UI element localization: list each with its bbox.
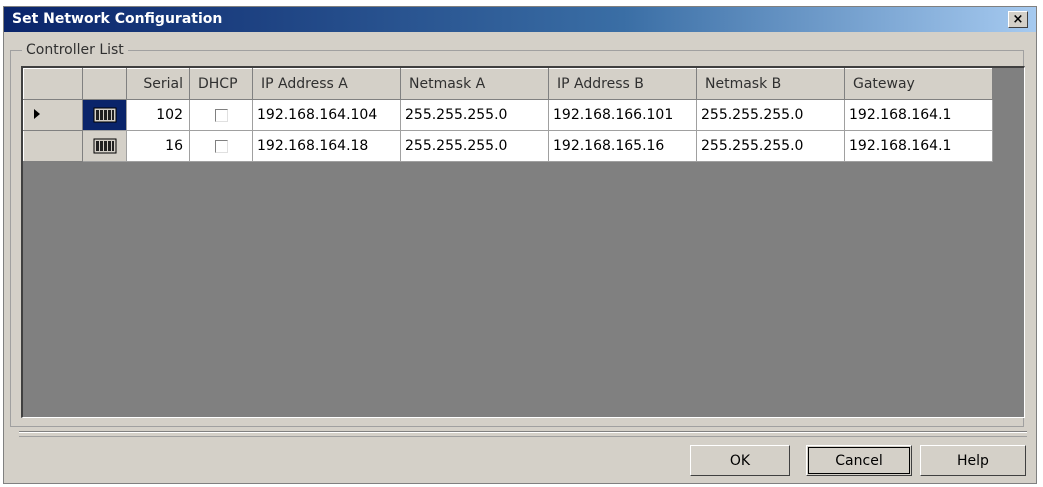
divider — [19, 431, 1027, 433]
ip-address-a-cell[interactable]: 192.168.164.18 — [252, 130, 401, 162]
divider — [19, 436, 1027, 437]
netmask-a-cell[interactable]: 255.255.255.0 — [400, 99, 549, 131]
close-button[interactable]: × — [1008, 11, 1028, 28]
cancel-button[interactable]: Cancel — [806, 445, 912, 476]
serial-cell[interactable]: 16 — [126, 130, 190, 162]
dhcp-cell[interactable] — [189, 130, 253, 162]
ip-address-b-cell[interactable]: 192.168.165.16 — [548, 130, 697, 162]
row-header[interactable] — [23, 99, 83, 131]
col-header-dhcp[interactable]: DHCP — [189, 68, 253, 100]
netmask-a-cell[interactable]: 255.255.255.0 — [400, 130, 549, 162]
dhcp-cell[interactable] — [189, 99, 253, 131]
controller-icon-cell[interactable] — [82, 130, 127, 162]
row-header[interactable] — [23, 130, 83, 162]
col-header-ip-address-a[interactable]: IP Address A — [252, 68, 401, 100]
serial-cell[interactable]: 102 — [126, 99, 190, 131]
gateway-cell[interactable]: 192.168.164.1 — [844, 130, 993, 162]
netmask-b-cell[interactable]: 255.255.255.0 — [696, 130, 845, 162]
window-title: Set Network Configuration — [12, 11, 223, 27]
controller-icon — [93, 107, 116, 123]
close-icon: × — [1012, 12, 1024, 27]
controller-table: Serial DHCP IP Address A Netmask A IP Ad… — [23, 68, 993, 162]
col-header-ip-address-b[interactable]: IP Address B — [548, 68, 697, 100]
row-pointer-icon — [34, 109, 40, 119]
col-header-netmask-a[interactable]: Netmask A — [400, 68, 549, 100]
table-row[interactable]: 16 192.168.164.18 255.255.255.0 192.168.… — [23, 130, 993, 162]
help-button[interactable]: Help — [920, 445, 1026, 476]
title-bar[interactable]: Set Network Configuration × — [4, 7, 1036, 32]
col-header-icon — [82, 68, 127, 100]
controller-icon — [93, 138, 116, 154]
ip-address-a-cell[interactable]: 192.168.164.104 — [252, 99, 401, 131]
controller-icon-cell[interactable] — [82, 99, 127, 131]
table-row[interactable]: 102 192.168.164.104 255.255.255.0 192.16… — [23, 99, 993, 131]
dhcp-checkbox[interactable] — [214, 139, 228, 153]
ok-button[interactable]: OK — [690, 445, 790, 476]
col-header-row-indicator — [23, 68, 83, 100]
ip-address-b-cell[interactable]: 192.168.166.101 — [548, 99, 697, 131]
col-header-gateway[interactable]: Gateway — [844, 68, 993, 100]
dhcp-checkbox[interactable] — [214, 108, 228, 122]
controller-grid[interactable]: Serial DHCP IP Address A Netmask A IP Ad… — [21, 66, 1025, 418]
group-label: Controller List — [22, 42, 128, 58]
gateway-cell[interactable]: 192.168.164.1 — [844, 99, 993, 131]
col-header-netmask-b[interactable]: Netmask B — [696, 68, 845, 100]
netmask-b-cell[interactable]: 255.255.255.0 — [696, 99, 845, 131]
col-header-serial[interactable]: Serial — [126, 68, 190, 100]
